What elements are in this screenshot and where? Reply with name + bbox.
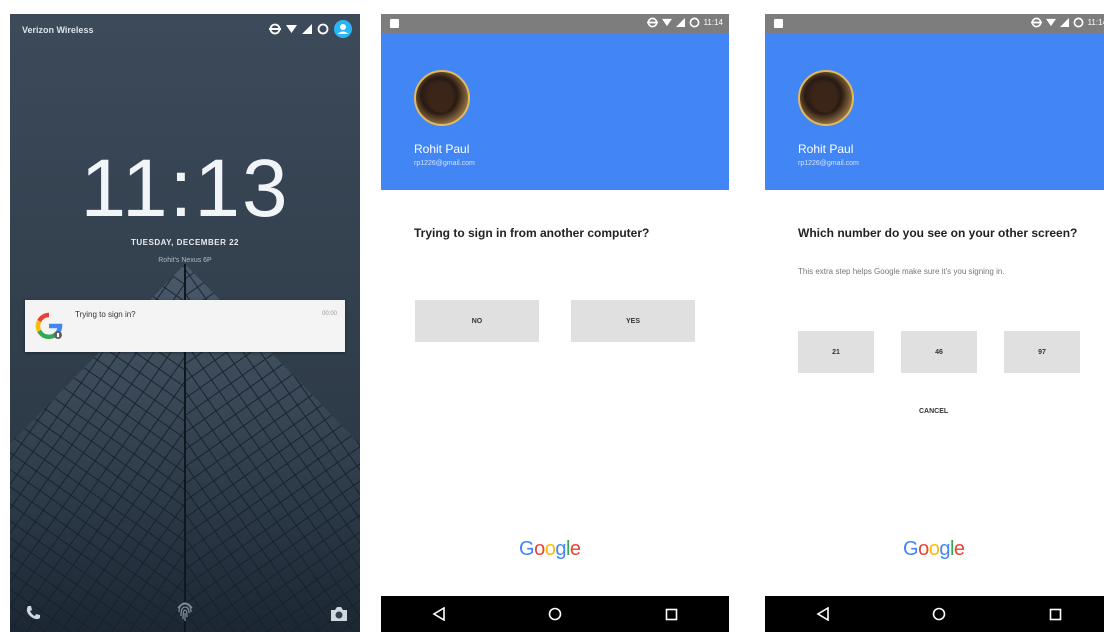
status-bar: 11:14 [765,14,1104,34]
cancel-button[interactable]: CANCEL [919,408,948,415]
number-button-2[interactable]: 46 [901,331,977,373]
yes-button[interactable]: YES [571,300,695,342]
wifi-icon [286,25,297,33]
back-icon[interactable] [816,607,830,621]
data-saver-icon [269,23,281,35]
user-name: Rohit Paul [798,142,854,156]
battery-icon [689,17,700,28]
battery-icon [317,23,329,35]
user-email: rp1226@gmail.com [798,160,859,167]
navigation-bar [381,596,729,632]
data-saver-icon [646,17,658,28]
avatar [798,70,854,126]
user-email: rp1226@gmail.com [414,160,475,167]
sign-in-notification[interactable]: Trying to sign in? 00:00 [25,300,345,352]
home-icon[interactable] [548,607,562,621]
status-bar: 11:14 [381,14,729,34]
lock-screen: Verizon Wireless 11:13 TUESDAY, DECEMBER… [10,14,360,632]
account-header: Rohit Paul rp1226@gmail.com [381,34,729,190]
notification-image-icon [774,19,783,28]
no-button[interactable]: NO [415,300,539,342]
google-logo: Google [519,538,581,560]
signal-icon [302,24,312,34]
google-g-icon [34,311,64,341]
recents-icon[interactable] [1049,608,1062,621]
camera-icon[interactable] [330,606,348,622]
number-subtext: This extra step helps Google make sure i… [798,267,1005,276]
phone-icon[interactable] [24,604,42,622]
wifi-icon [1045,18,1056,27]
notification-image-icon [390,19,399,28]
lock-date: TUESDAY, DECEMBER 22 [131,238,239,247]
data-saver-icon [1030,17,1042,28]
lock-clock: 11:13 [80,143,290,234]
fingerprint-icon[interactable] [175,600,195,622]
account-header: Rohit Paul rp1226@gmail.com [765,34,1104,190]
google-logo: Google [903,538,965,560]
back-icon[interactable] [432,607,446,621]
number-match-screen: 11:14 Rohit Paul rp1226@gmail.com Which … [765,14,1104,632]
avatar [414,70,470,126]
recents-icon[interactable] [665,608,678,621]
number-button-3[interactable]: 97 [1004,331,1080,373]
status-time: 11:14 [1087,18,1104,27]
home-icon[interactable] [932,607,946,621]
carrier-name: Verizon Wireless [22,25,94,35]
notification-time: 00:00 [321,311,337,317]
signal-icon [675,18,685,27]
signal-icon [1059,18,1069,27]
confirm-sign-in-screen: 11:14 Rohit Paul rp1226@gmail.com Trying… [381,14,729,632]
status-icons [269,20,352,38]
user-name: Rohit Paul [414,142,470,156]
notification-text: Trying to sign in? [75,310,136,319]
battery-icon [1073,17,1084,28]
navigation-bar [765,596,1104,632]
owner-info: Rohit's Nexus 6P [158,257,212,264]
number-button-1[interactable]: 21 [798,331,874,373]
wifi-icon [661,18,672,27]
user-avatar-icon[interactable] [334,20,352,38]
status-time: 11:14 [703,18,723,27]
sign-in-question: Trying to sign in from another computer? [414,226,650,240]
number-question: Which number do you see on your other sc… [798,226,1078,240]
